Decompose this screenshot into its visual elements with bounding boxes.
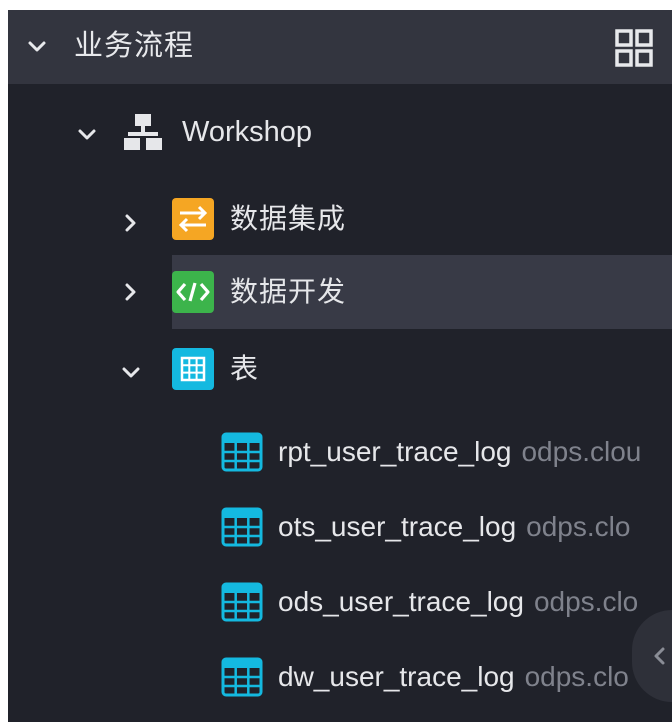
table-list-item[interactable]: dw_user_trace_log odps.clo xyxy=(8,653,672,713)
chevron-right-icon[interactable] xyxy=(120,281,142,303)
tree-node-data-development[interactable]: 数据开发 xyxy=(8,255,672,329)
table-icon xyxy=(172,348,214,390)
tree-node-data-integration[interactable]: 数据集成 xyxy=(8,190,672,250)
chevron-right-icon[interactable] xyxy=(120,212,142,234)
table-name: rpt_user_trace_log odps.clou xyxy=(278,434,641,470)
chevron-left-icon xyxy=(654,647,665,665)
table-name-text: dw_user_trace_log xyxy=(278,661,515,692)
table-source: odps.clo xyxy=(524,661,629,692)
tree-node-tables[interactable]: 表 xyxy=(8,340,672,400)
table-source: odps.clou xyxy=(521,436,642,467)
table-name: dw_user_trace_log odps.clo xyxy=(278,659,629,695)
table-list-item[interactable]: ods_user_trace_log odps.clo xyxy=(8,578,672,638)
table-icon xyxy=(221,432,263,472)
panel-title: 业务流程 xyxy=(74,30,195,62)
swap-arrows-icon xyxy=(172,198,214,240)
business-flow-panel: 业务流程 Workshop 数据集成 数据开发 表 rpt_user_trace… xyxy=(8,10,672,722)
chevron-down-icon[interactable] xyxy=(26,36,48,58)
chevron-down-icon[interactable] xyxy=(120,362,142,384)
table-name-text: ots_user_trace_log xyxy=(278,511,517,542)
table-icon xyxy=(221,657,263,697)
table-name-text: ods_user_trace_log xyxy=(278,586,524,617)
table-name: ods_user_trace_log odps.clo xyxy=(278,584,638,620)
org-chart-icon xyxy=(124,114,162,150)
table-name: ots_user_trace_log odps.clo xyxy=(278,509,630,545)
tree-node-label: 表 xyxy=(230,353,260,384)
tree-node-label: Workshop xyxy=(182,116,313,148)
tree-node-workshop[interactable]: Workshop xyxy=(8,102,672,162)
table-icon xyxy=(221,507,263,547)
tree-node-label: 数据开发 xyxy=(230,276,347,307)
panel-header[interactable]: 业务流程 xyxy=(8,10,672,84)
table-list-item[interactable]: ots_user_trace_log odps.clo xyxy=(8,503,672,563)
table-source: odps.clo xyxy=(526,511,631,542)
grid-icon[interactable] xyxy=(614,28,654,68)
table-name-text: rpt_user_trace_log xyxy=(278,436,512,467)
table-icon xyxy=(221,582,263,622)
tree-node-label: 数据集成 xyxy=(230,203,347,234)
code-icon xyxy=(172,271,214,313)
table-list-item[interactable]: rpt_user_trace_log odps.clou xyxy=(8,428,672,488)
chevron-down-icon[interactable] xyxy=(76,124,98,146)
table-source: odps.clo xyxy=(533,586,639,617)
